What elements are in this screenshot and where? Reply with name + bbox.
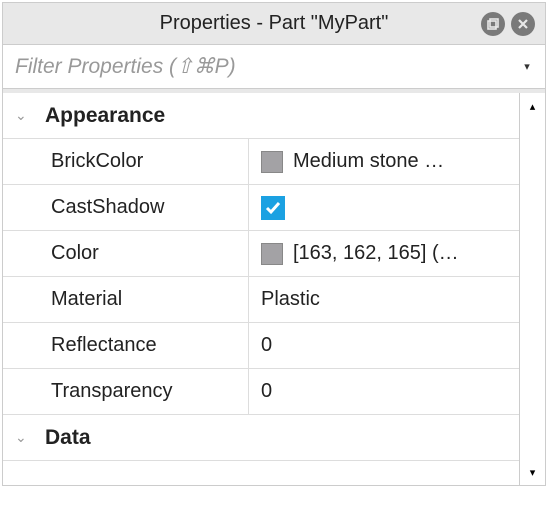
row-brickcolor[interactable]: BrickColor Medium stone …: [3, 139, 519, 185]
scroll-down-button[interactable]: ▾: [520, 459, 545, 485]
value-brickcolor[interactable]: Medium stone …: [249, 139, 519, 184]
value-text: [163, 162, 165] (…: [293, 242, 459, 265]
row-transparency[interactable]: Transparency 0: [3, 369, 519, 415]
row-castshadow[interactable]: CastShadow: [3, 185, 519, 231]
scrollbar[interactable]: ▴ ▾: [519, 93, 545, 485]
close-icon: [517, 18, 529, 30]
section-data[interactable]: ⌄ Data: [3, 415, 519, 461]
filter-input[interactable]: [3, 45, 509, 88]
row-reflectance[interactable]: Reflectance 0: [3, 323, 519, 369]
value-reflectance[interactable]: 0: [249, 323, 519, 368]
label-transparency: Transparency: [3, 369, 249, 414]
label-color: Color: [3, 231, 249, 276]
value-material[interactable]: Plastic: [249, 277, 519, 322]
properties-panel: Properties - Part "MyPart" ▾ ⌄ Appearanc…: [2, 2, 546, 486]
value-text: Plastic: [261, 288, 320, 311]
scroll-track[interactable]: [520, 119, 545, 459]
section-title: Appearance: [45, 104, 165, 128]
popout-button[interactable]: [481, 12, 505, 36]
checkbox-castshadow[interactable]: [261, 196, 285, 220]
titlebar: Properties - Part "MyPart": [3, 3, 545, 45]
value-text: Medium stone …: [293, 150, 444, 173]
value-transparency[interactable]: 0: [249, 369, 519, 414]
row-material[interactable]: Material Plastic: [3, 277, 519, 323]
chevron-down-icon: ⌄: [15, 429, 35, 446]
property-list: ⌄ Appearance BrickColor Medium stone … C…: [3, 93, 519, 485]
section-appearance[interactable]: ⌄ Appearance: [3, 93, 519, 139]
filter-dropdown[interactable]: ▾: [509, 45, 545, 88]
value-text: 0: [261, 334, 272, 357]
label-brickcolor: BrickColor: [3, 139, 249, 184]
value-color[interactable]: [163, 162, 165] (…: [249, 231, 519, 276]
value-text: 0: [261, 380, 272, 403]
row-color[interactable]: Color [163, 162, 165] (…: [3, 231, 519, 277]
label-material: Material: [3, 277, 249, 322]
label-castshadow: CastShadow: [3, 185, 249, 230]
section-title: Data: [45, 426, 91, 450]
panel-title: Properties - Part "MyPart": [160, 12, 389, 35]
close-button[interactable]: [511, 12, 535, 36]
filter-row: ▾: [3, 45, 545, 89]
scroll-up-button[interactable]: ▴: [520, 93, 545, 119]
popout-icon: [486, 17, 500, 31]
value-castshadow[interactable]: [249, 185, 519, 230]
swatch-icon: [261, 151, 283, 173]
label-reflectance: Reflectance: [3, 323, 249, 368]
chevron-down-icon: ⌄: [15, 107, 35, 124]
swatch-icon: [261, 243, 283, 265]
check-icon: [264, 199, 282, 217]
